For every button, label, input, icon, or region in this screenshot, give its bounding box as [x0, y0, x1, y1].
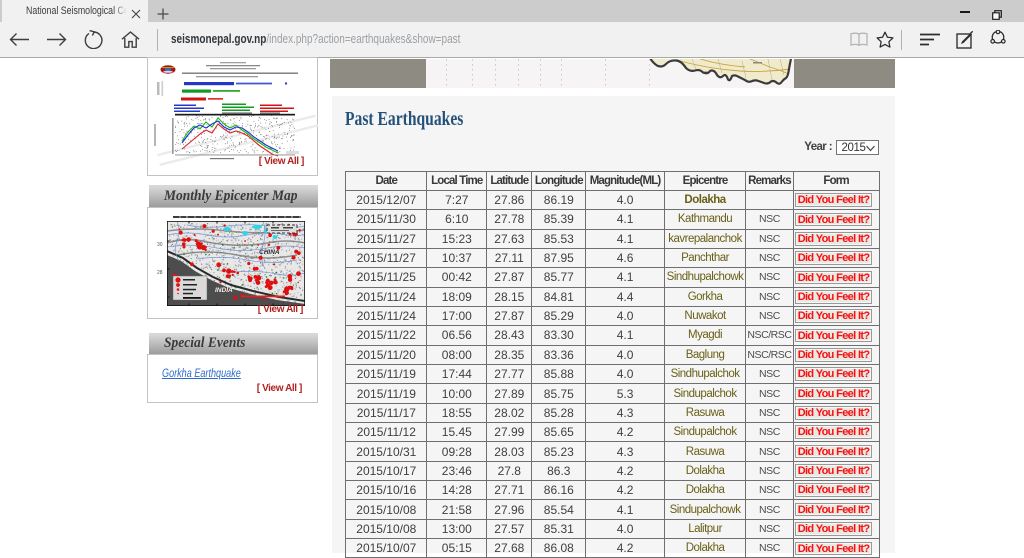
- svg-text:CHINA: CHINA: [259, 249, 280, 256]
- svg-text:INDIA: INDIA: [215, 287, 233, 294]
